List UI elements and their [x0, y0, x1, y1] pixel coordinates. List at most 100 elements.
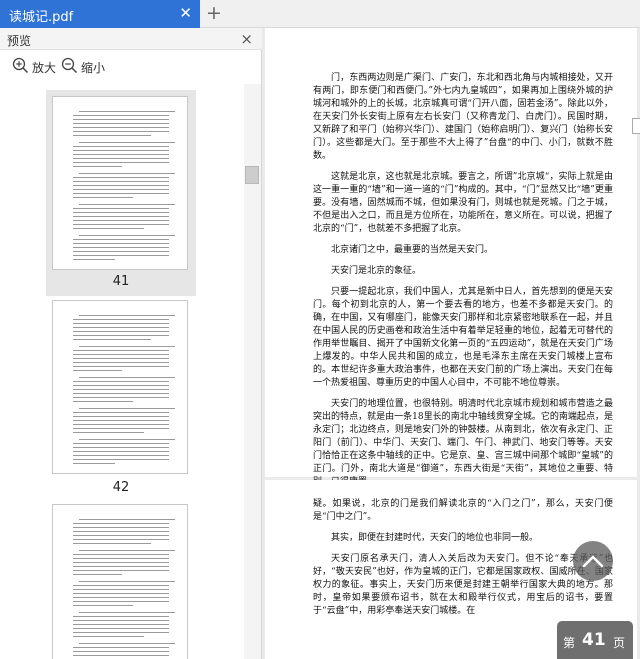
thumbnail-line: [73, 455, 169, 456]
thumbnail-line: [73, 428, 169, 429]
thumbnail-line: [73, 389, 169, 390]
tab-document[interactable]: 读城记.pdf ✕: [0, 0, 200, 28]
thumbnail-line: [73, 432, 144, 433]
page-indicator-suffix: 页: [613, 636, 626, 650]
thumbnail-page-41[interactable]: 41: [46, 90, 196, 296]
scrollbar-thumb[interactable]: [245, 166, 259, 184]
thumbnail-line: [73, 115, 169, 116]
thumbnail-line: [73, 463, 115, 464]
pdf-reader-window: 读城记.pdf ✕ + 预览 × 放大 缩小 41 42 门，东西两边则是广渠门…: [0, 0, 640, 659]
thumbnail-line: [73, 451, 169, 452]
thumbnail-line: [73, 601, 169, 602]
page-indicator-prefix: 第: [563, 636, 576, 650]
thumbnail-line: [79, 235, 175, 236]
thumbnail-line: [73, 366, 169, 367]
thumbnail-line: [73, 539, 169, 540]
thumbnail-line: [79, 612, 175, 613]
thumbnail-line: [73, 185, 169, 186]
thumbnail-line: [73, 362, 169, 363]
thumbnail-line: [73, 523, 169, 524]
thumbnail-line: [73, 574, 122, 575]
thumbnail-line: [73, 197, 133, 198]
zoom-out-label: 缩小: [81, 61, 106, 75]
thumbnail-line: [73, 370, 122, 371]
thumbnail-line: [73, 189, 169, 190]
thumbnail-line: [73, 247, 169, 248]
sidebar-scrollbar[interactable]: [244, 84, 261, 659]
zoom-in-button[interactable]: 放大: [12, 57, 60, 75]
thumbnail-line: [73, 401, 133, 402]
thumbnail-line: [73, 535, 169, 536]
thumbnail-line: [73, 127, 169, 128]
thumbnail-line: [79, 111, 175, 112]
thumbnail-page-number: 42: [112, 480, 130, 495]
page-thumbnail: [52, 504, 188, 659]
thumbnail-line: [73, 385, 169, 386]
page-text: 门，东西两边则是广渠门、广安门，东北和西北角与内城相接处，又开有两门，即东便门和…: [313, 72, 613, 497]
thumbnail-line: [73, 255, 169, 256]
zoom-out-icon: [61, 57, 78, 74]
thumbnail-line: [73, 228, 144, 229]
page-text: 疑。如果说，北京的门是我们解读北京的“入门之门”，那么，天安门便是“门中之门”。…: [313, 498, 613, 626]
preview-sidebar: 预览 × 放大 缩小 41 42: [0, 28, 262, 659]
paragraph: 门，东西两边则是广渠门、广安门，东北和西北角与内城相接处，又开有两门，即东便门和…: [313, 73, 613, 161]
new-tab-button[interactable]: +: [204, 3, 224, 23]
thumbnail-line: [79, 204, 175, 205]
thumbnail-page-42[interactable]: 42: [46, 294, 196, 500]
thumbnail-line: [73, 593, 169, 594]
thumbnail-line: [73, 620, 169, 621]
thumbnail-line: [73, 335, 169, 336]
close-icon[interactable]: ✕: [179, 5, 192, 21]
thumbnail-line: [73, 193, 169, 194]
thumbnail-line: [73, 393, 169, 394]
thumbnail-line: [73, 647, 169, 648]
thumbnail-line: [73, 131, 169, 132]
paragraph: 天安门的地理位置，也很特别。明清时代北京城市规划和城市营造之最突出的特点，就是由…: [313, 399, 613, 487]
paragraph: 天安门原名承天门，清人入关后改为天安门。但不论“奉天承运”也好，“敬天安民”也好…: [313, 554, 613, 616]
thumbnail-line: [73, 381, 169, 382]
thumbnail-line: [73, 158, 169, 159]
thumbnail-line: [73, 220, 169, 221]
thumbnail-line: [73, 605, 133, 606]
thumbnail-line: [79, 550, 175, 551]
thumbnail-line: [73, 224, 169, 225]
thumbnail-line: [79, 439, 175, 440]
thumbnail-line: [73, 447, 169, 448]
thumbnail-line: [79, 346, 175, 347]
thumbnail-line: [73, 624, 169, 625]
thumbnail-line: [73, 628, 169, 629]
thumbnail-line: [79, 315, 175, 316]
sidebar-header: 预览 ×: [0, 28, 262, 50]
thumbnail-line: [73, 412, 169, 413]
back-to-top-button[interactable]: [573, 541, 613, 581]
sidebar-title: 预览: [7, 34, 32, 48]
paragraph: 这就是北京，这也就是北京城。要言之，所谓”北京城“，实际上就是由这一重一重的“墙…: [313, 172, 613, 234]
thumbnail-line: [73, 543, 151, 544]
thumbnail-line: [73, 323, 169, 324]
thumbnail-line: [73, 119, 169, 120]
thumbnail-line: [73, 558, 169, 559]
thumbnail-line: [73, 177, 169, 178]
thumbnail-line: [79, 643, 175, 644]
thumbnail-line: [79, 519, 175, 520]
paragraph: 疑。如果说，北京的门是我们解读北京的“入门之门”，那么，天安门便是“门中之门”。: [313, 499, 613, 522]
thumbnail-line: [73, 162, 169, 163]
thumbnail-line: [73, 597, 169, 598]
right-panel-toggle[interactable]: [632, 118, 640, 134]
zoom-out-button[interactable]: 缩小: [61, 57, 109, 75]
thumbnail-line: [73, 243, 169, 244]
thumbnail-line: [73, 208, 169, 209]
thumbnail-line: [73, 585, 169, 586]
thumbnail-line: [73, 566, 169, 567]
document-page: 门，东西两边则是广渠门、广安门，东北和西北角与内城相接处，又开有两门，即东便门和…: [265, 28, 637, 487]
thumbnail-line: [73, 562, 169, 563]
thumbnail-page-43[interactable]: [46, 498, 196, 659]
thumbnail-line: [73, 251, 169, 252]
thumbnail-line: [79, 142, 175, 143]
thumbnail-line: [73, 212, 169, 213]
thumbnail-line: [73, 327, 169, 328]
close-icon[interactable]: ×: [240, 30, 253, 48]
thumbnail-line: [73, 424, 169, 425]
thumbnail-line: [73, 616, 169, 617]
thumbnail-line: [79, 173, 175, 174]
